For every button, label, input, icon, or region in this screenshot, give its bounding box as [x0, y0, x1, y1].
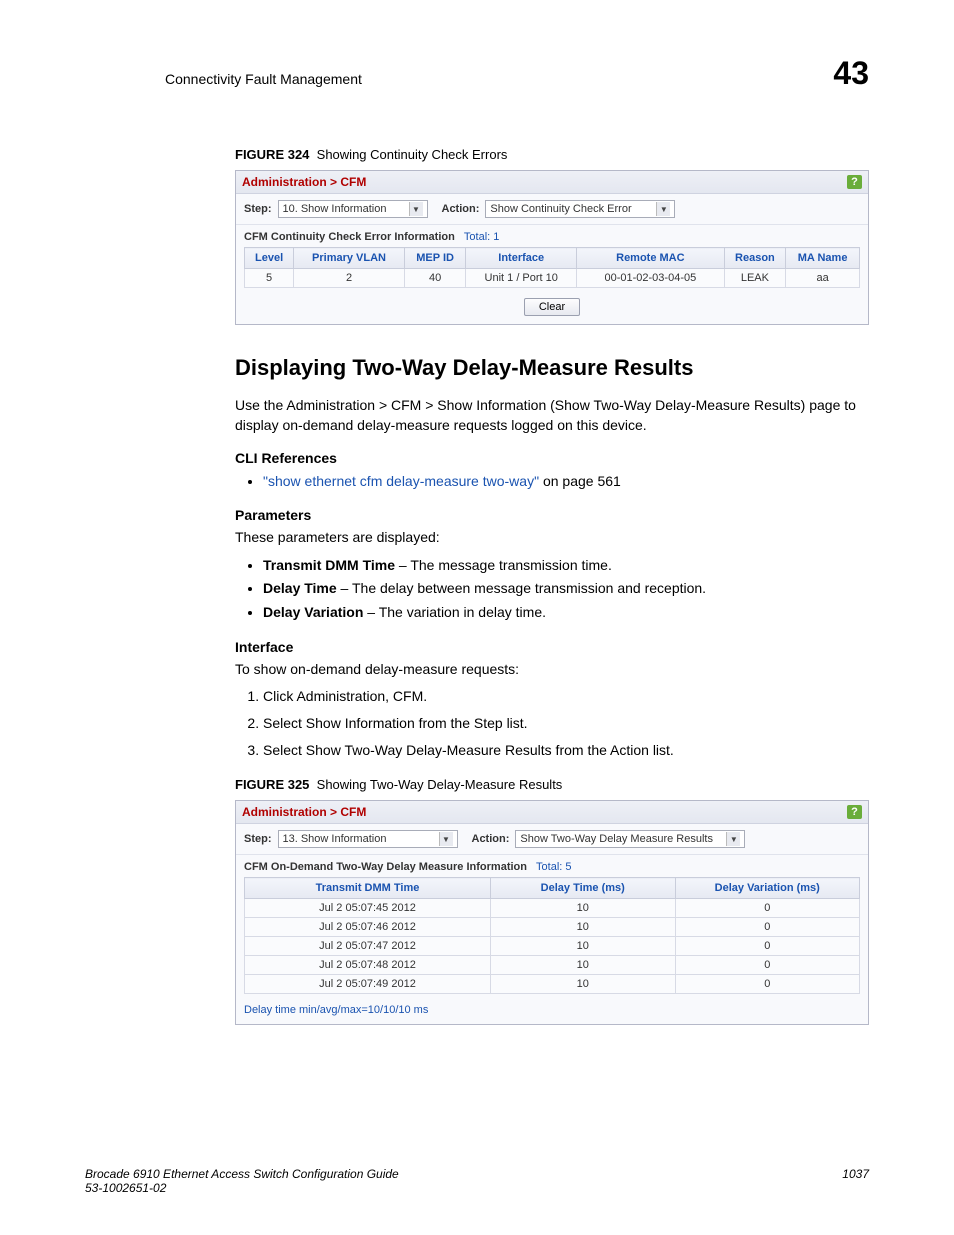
table-row: Jul 2 05:07:49 2012100: [245, 975, 860, 994]
parameters-intro: These parameters are displayed:: [235, 527, 869, 547]
step-item: Click Administration, CFM.: [263, 683, 869, 710]
cli-reference-item: "show ethernet cfm delay-measure two-way…: [263, 470, 869, 494]
table-row: Jul 2 05:07:47 2012100: [245, 937, 860, 956]
figure-325-panel: Administration > CFM ? Step: 13. Show In…: [235, 800, 869, 1025]
clear-button[interactable]: Clear: [524, 298, 580, 316]
footer-page-number: 1037: [842, 1167, 869, 1195]
figure-324-caption: FIGURE 324 Showing Continuity Check Erro…: [235, 147, 869, 162]
figure-324-panel: Administration > CFM ? Step: 10. Show In…: [235, 170, 869, 325]
breadcrumb: Administration > CFM: [242, 175, 366, 189]
parameters-heading: Parameters: [235, 507, 869, 523]
param-item: Delay Variation – The variation in delay…: [263, 601, 869, 625]
delay-measure-table: Transmit DMM Time Delay Time (ms) Delay …: [244, 877, 860, 994]
col-primary-vlan: Primary VLAN: [294, 248, 405, 269]
help-icon[interactable]: ?: [847, 805, 862, 819]
col-transmit-dmm: Transmit DMM Time: [245, 878, 491, 899]
chevron-down-icon: ▼: [409, 202, 423, 216]
table-total: Total: 1: [464, 231, 499, 243]
table-total: Total: 5: [536, 861, 571, 873]
action-select[interactable]: Show Two-Way Delay Measure Results▼: [515, 830, 745, 848]
table-row: Jul 2 05:07:48 2012100: [245, 956, 860, 975]
chapter-number: 43: [833, 55, 869, 92]
cli-references-heading: CLI References: [235, 450, 869, 466]
action-select[interactable]: Show Continuity Check Error▼: [485, 200, 675, 218]
col-interface: Interface: [466, 248, 577, 269]
step-select[interactable]: 10. Show Information▼: [278, 200, 428, 218]
step-label: Step:: [244, 833, 272, 845]
table-row: 5240 Unit 1 / Port 1000-01-02-03-04-05LE…: [245, 269, 860, 288]
section-intro: Use the Administration > CFM > Show Info…: [235, 395, 869, 436]
chevron-down-icon: ▼: [656, 202, 670, 216]
col-mep-id: MEP ID: [404, 248, 466, 269]
table-title: CFM On-Demand Two-Way Delay Measure Info…: [244, 861, 527, 873]
page-header-title: Connectivity Fault Management: [165, 71, 362, 87]
col-reason: Reason: [724, 248, 786, 269]
delay-summary: Delay time min/avg/max=10/10/10 ms: [236, 1000, 868, 1024]
col-delay-time: Delay Time (ms): [491, 878, 676, 899]
step-item: Select Show Information from the Step li…: [263, 710, 869, 737]
chevron-down-icon: ▼: [726, 832, 740, 846]
param-item: Transmit DMM Time – The message transmis…: [263, 554, 869, 578]
action-label: Action:: [442, 203, 480, 215]
param-item: Delay Time – The delay between message t…: [263, 577, 869, 601]
cli-reference-link[interactable]: "show ethernet cfm delay-measure two-way…: [263, 473, 539, 489]
step-label: Step:: [244, 203, 272, 215]
figure-325-caption: FIGURE 325 Showing Two-Way Delay-Measure…: [235, 777, 869, 792]
col-level: Level: [245, 248, 294, 269]
chevron-down-icon: ▼: [439, 832, 453, 846]
table-row: Jul 2 05:07:45 2012100: [245, 899, 860, 918]
cc-error-table: Level Primary VLAN MEP ID Interface Remo…: [244, 247, 860, 288]
section-heading: Displaying Two-Way Delay-Measure Results: [235, 355, 869, 381]
interface-heading: Interface: [235, 639, 869, 655]
action-label: Action:: [472, 833, 510, 845]
help-icon[interactable]: ?: [847, 175, 862, 189]
col-delay-variation: Delay Variation (ms): [675, 878, 860, 899]
table-row: Jul 2 05:07:46 2012100: [245, 918, 860, 937]
step-select[interactable]: 13. Show Information▼: [278, 830, 458, 848]
table-title: CFM Continuity Check Error Information: [244, 231, 455, 243]
col-ma-name: MA Name: [786, 248, 860, 269]
footer-left: Brocade 6910 Ethernet Access Switch Conf…: [85, 1167, 399, 1195]
breadcrumb: Administration > CFM: [242, 805, 366, 819]
step-item: Select Show Two-Way Delay-Measure Result…: [263, 737, 869, 764]
interface-intro: To show on-demand delay-measure requests…: [235, 659, 869, 679]
col-remote-mac: Remote MAC: [577, 248, 725, 269]
